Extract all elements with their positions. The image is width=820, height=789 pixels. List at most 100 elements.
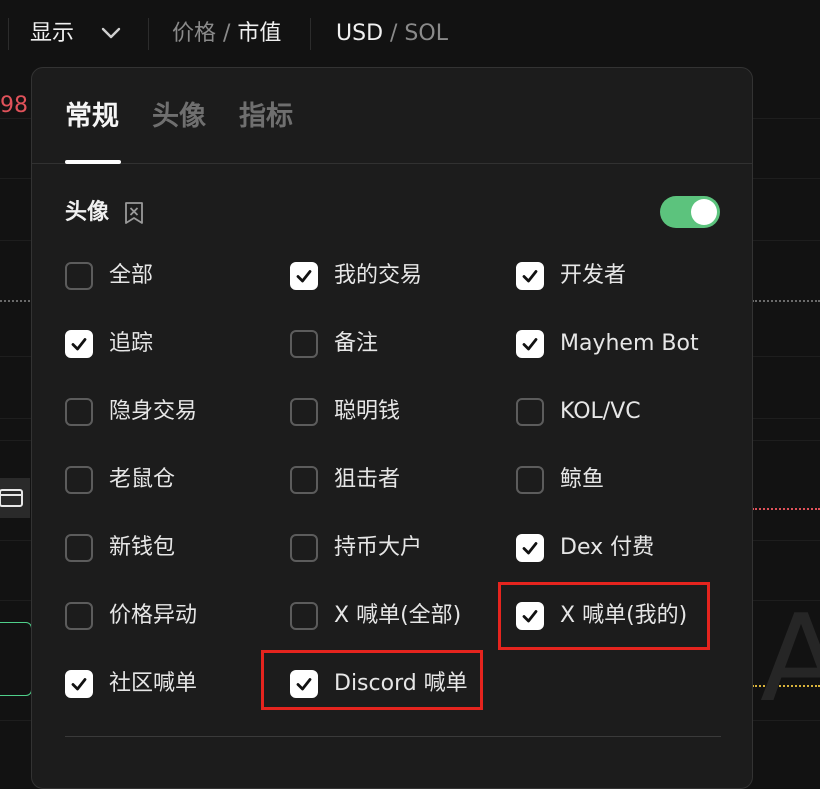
option-label: Mayhem Bot	[560, 331, 699, 356]
option-x-calls-mine[interactable]: X 喊单(我的)	[516, 599, 687, 633]
option-my-trades[interactable]: 我的交易	[290, 259, 422, 293]
checkmark-icon	[522, 338, 538, 351]
tabs-divider	[32, 163, 752, 164]
watermark-glyph: A	[760, 590, 820, 729]
checkbox[interactable]	[65, 534, 93, 562]
option-label: Discord 喊单	[334, 671, 468, 696]
checkbox[interactable]	[290, 534, 318, 562]
checkmark-icon	[296, 678, 312, 691]
slash: /	[383, 21, 405, 46]
option-tracking[interactable]: 追踪	[65, 327, 153, 361]
active-tab-indicator	[65, 160, 121, 164]
panel-bottom-divider	[65, 736, 721, 737]
dotted-line	[0, 300, 30, 302]
toolbar-separator	[148, 18, 149, 50]
checkbox[interactable]	[65, 330, 93, 358]
checkbox[interactable]	[65, 398, 93, 426]
checkmark-icon	[522, 610, 538, 623]
option-price-movement[interactable]: 价格异动	[65, 599, 197, 633]
checkmark-icon	[71, 678, 87, 691]
option-label: 持币大户	[334, 535, 423, 560]
option-all[interactable]: 全部	[65, 259, 153, 293]
checkmark-icon	[296, 270, 312, 283]
checkbox[interactable]	[516, 398, 544, 426]
display-settings-panel: 常规 头像 指标 头像 全部 我的交易 开发者 追踪 备注 Mayhem Bot…	[31, 67, 753, 789]
tab-general[interactable]: 常规	[65, 100, 119, 134]
option-label: 新钱包	[109, 535, 176, 560]
toolbar-separator	[8, 18, 9, 50]
option-label: Dex 付费	[560, 535, 655, 560]
option-insider[interactable]: 老鼠仓	[65, 463, 175, 497]
option-notes[interactable]: 备注	[290, 327, 378, 361]
checkbox[interactable]	[516, 602, 544, 630]
tab-indicators[interactable]: 指标	[239, 100, 293, 134]
green-marker	[0, 622, 32, 696]
option-discord-calls[interactable]: Discord 喊单	[290, 667, 468, 701]
sol-option[interactable]: SOL	[404, 21, 448, 46]
slash: /	[216, 21, 238, 46]
checkbox[interactable]	[516, 330, 544, 358]
option-community-calls[interactable]: 社区喊单	[65, 667, 197, 701]
top-toolbar: 显示 价格 / 市值 USD / SOL	[0, 0, 820, 68]
checkbox[interactable]	[290, 602, 318, 630]
checkbox[interactable]	[290, 262, 318, 290]
checkbox[interactable]	[516, 262, 544, 290]
checkbox[interactable]	[65, 670, 93, 698]
display-dropdown-label[interactable]: 显示	[30, 20, 74, 48]
dotted-line	[752, 300, 820, 302]
option-developer[interactable]: 开发者	[516, 259, 626, 293]
currency-toggle[interactable]: USD / SOL	[336, 20, 448, 48]
price-option[interactable]: 价格	[172, 21, 216, 46]
price-value-partial: 98	[0, 93, 28, 118]
option-label: 备注	[334, 331, 379, 356]
checkbox[interactable]	[290, 330, 318, 358]
toolbar-separator	[310, 18, 311, 50]
option-label: 鲸鱼	[560, 467, 605, 492]
tab-avatar[interactable]: 头像	[152, 100, 206, 134]
option-label: KOL/VC	[560, 399, 641, 424]
option-kol-vc[interactable]: KOL/VC	[516, 395, 641, 429]
option-label: 开发者	[560, 263, 627, 288]
checkmark-icon	[522, 542, 538, 555]
option-mayhem-bot[interactable]: Mayhem Bot	[516, 327, 699, 361]
checkbox[interactable]	[290, 398, 318, 426]
dotted-line-red	[752, 508, 820, 510]
option-stealth-trade[interactable]: 隐身交易	[65, 395, 197, 429]
chevron-down-icon[interactable]	[100, 26, 122, 40]
wallet-icon[interactable]	[0, 478, 30, 518]
option-label: 我的交易	[334, 263, 423, 288]
marketcap-option[interactable]: 市值	[237, 21, 281, 46]
checkbox[interactable]	[65, 262, 93, 290]
section-title-avatar: 头像	[65, 200, 110, 225]
option-x-calls-all[interactable]: X 喊单(全部)	[290, 599, 461, 633]
checkbox[interactable]	[290, 670, 318, 698]
option-whale[interactable]: 鲸鱼	[516, 463, 604, 497]
checkmark-icon	[71, 338, 87, 351]
option-sniper[interactable]: 狙击者	[290, 463, 400, 497]
option-label: 价格异动	[109, 603, 198, 628]
avatar-toggle-switch[interactable]	[660, 196, 720, 228]
option-label: X 喊单(我的)	[560, 603, 688, 628]
price-marketcap-toggle[interactable]: 价格 / 市值	[172, 20, 281, 48]
option-smart-money[interactable]: 聪明钱	[290, 395, 400, 429]
usd-option[interactable]: USD	[336, 21, 383, 46]
checkmark-icon	[522, 270, 538, 283]
option-label: 老鼠仓	[109, 467, 176, 492]
option-label: 全部	[109, 263, 154, 288]
checkbox[interactable]	[65, 602, 93, 630]
option-top-holders[interactable]: 持币大户	[290, 531, 422, 565]
option-new-wallet[interactable]: 新钱包	[65, 531, 175, 565]
option-dex-paid[interactable]: Dex 付费	[516, 531, 654, 565]
option-label: 追踪	[109, 331, 154, 356]
option-label: 隐身交易	[109, 399, 198, 424]
checkbox[interactable]	[516, 534, 544, 562]
option-label: 聪明钱	[334, 399, 401, 424]
bookmark-x-icon[interactable]	[122, 201, 146, 225]
option-label: X 喊单(全部)	[334, 603, 462, 628]
checkbox[interactable]	[516, 466, 544, 494]
option-label: 狙击者	[334, 467, 401, 492]
checkbox[interactable]	[290, 466, 318, 494]
toggle-knob	[691, 199, 717, 225]
option-label: 社区喊单	[109, 671, 198, 696]
checkbox[interactable]	[65, 466, 93, 494]
